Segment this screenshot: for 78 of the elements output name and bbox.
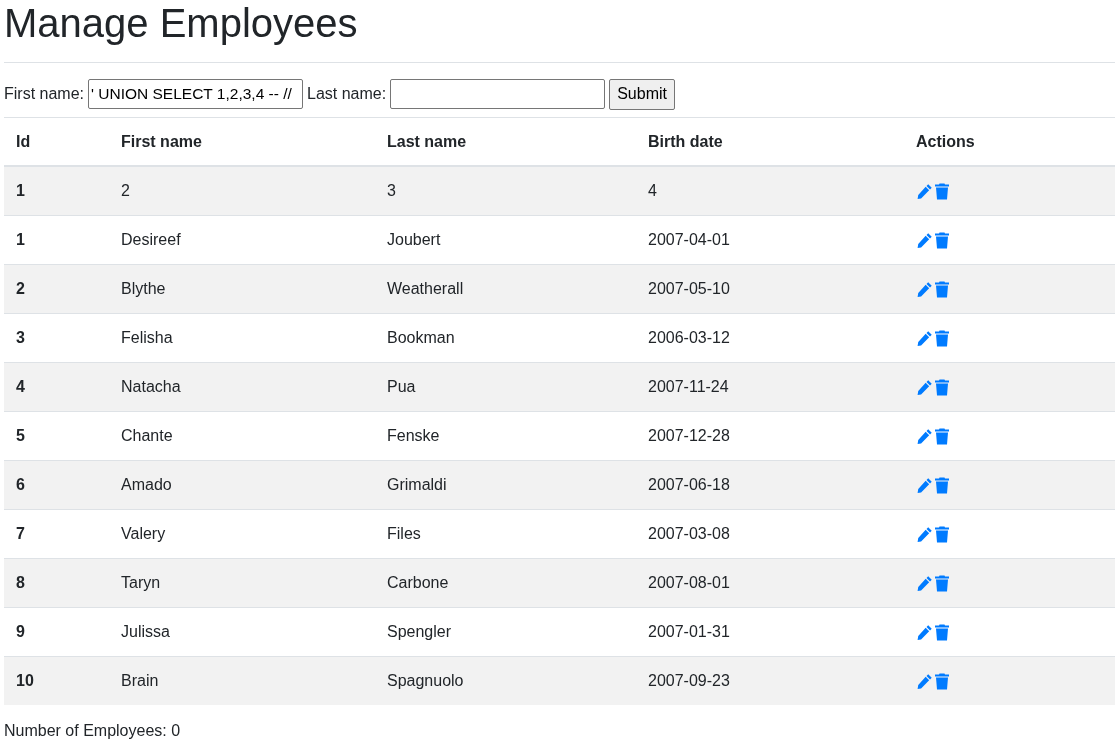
table-cell: Spagnuolo <box>387 672 464 689</box>
edit-icon[interactable] <box>916 379 933 397</box>
table-cell: Chante <box>121 427 173 444</box>
column-header: Actions <box>916 132 975 150</box>
table-cell: 9 <box>16 623 25 640</box>
table-cell: Joubert <box>387 231 441 248</box>
table-cell: 2007-05-10 <box>648 280 730 297</box>
first-name-field[interactable]: ' UNION SELECT 1,2,3,4 -- // <box>88 79 303 109</box>
column-header: Id <box>16 132 31 150</box>
table-cell: Spengler <box>387 623 452 640</box>
edit-icon[interactable] <box>916 330 933 348</box>
edit-icon[interactable] <box>916 624 933 642</box>
edit-icon[interactable] <box>916 232 933 250</box>
table-cell: 8 <box>16 574 25 591</box>
table-cell: 2007-06-18 <box>648 476 730 493</box>
table-cell: Amado <box>121 476 172 493</box>
trash-icon[interactable] <box>935 673 949 691</box>
table-cell: 4 <box>16 378 25 395</box>
table-cell: 10 <box>16 672 34 689</box>
trash-icon[interactable] <box>935 232 949 250</box>
table-cell: 2007-11-24 <box>648 378 729 395</box>
trash-icon[interactable] <box>935 330 949 348</box>
last-name-field[interactable] <box>390 79 606 109</box>
column-header: Last name <box>387 132 467 150</box>
table-cell: Pua <box>387 378 416 395</box>
trash-icon[interactable] <box>935 428 949 446</box>
trash-icon[interactable] <box>935 477 949 495</box>
edit-icon[interactable] <box>916 183 933 201</box>
first-name-label: First name: <box>4 85 84 103</box>
table-cell: 2 <box>121 182 130 199</box>
table-cell: 3 <box>16 329 25 346</box>
table-cell: 2 <box>16 280 25 297</box>
table-cell: 5 <box>16 427 25 444</box>
table-cell: Blythe <box>121 280 166 297</box>
table-cell: Grimaldi <box>387 476 447 493</box>
column-header: Birth date <box>648 132 723 150</box>
edit-icon[interactable] <box>916 281 933 299</box>
table-cell: Desireef <box>121 231 181 248</box>
table-cell: Bookman <box>387 329 455 346</box>
trash-icon[interactable] <box>935 526 949 544</box>
table-cell: 6 <box>16 476 25 493</box>
table-cell: 2007-03-08 <box>648 525 730 542</box>
trash-icon[interactable] <box>935 183 949 201</box>
table-cell: Brain <box>121 672 159 689</box>
trash-icon[interactable] <box>935 624 949 642</box>
table-cell: 2007-09-23 <box>648 672 730 689</box>
table-cell: Files <box>387 525 421 542</box>
submit-button[interactable]: Submit <box>609 78 675 110</box>
table-cell: Natacha <box>121 378 181 395</box>
table-cell: 3 <box>387 182 396 199</box>
table-cell: 7 <box>16 525 25 542</box>
table-cell: Weatherall <box>387 280 464 297</box>
table-cell: Valery <box>121 525 166 542</box>
edit-icon[interactable] <box>916 575 933 593</box>
table-cell: Julissa <box>121 623 170 640</box>
employee-count: Number of Employees: 0 <box>4 722 182 740</box>
table-cell: 2007-08-01 <box>648 574 730 591</box>
edit-icon[interactable] <box>916 428 933 446</box>
last-name-label: Last name: <box>307 85 387 103</box>
trash-icon[interactable] <box>935 379 949 397</box>
table-cell: 1 <box>16 182 25 199</box>
edit-icon[interactable] <box>916 526 933 544</box>
table-cell: Felisha <box>121 329 173 346</box>
trash-icon[interactable] <box>935 281 949 299</box>
table-cell: 2007-01-31 <box>648 623 730 640</box>
table-cell: 1 <box>16 231 25 248</box>
page-title: Manage Employees <box>4 0 359 46</box>
table-cell: 2007-04-01 <box>648 231 730 248</box>
table-cell: 2007-12-28 <box>648 427 730 444</box>
table-cell: Carbone <box>387 574 449 591</box>
edit-icon[interactable] <box>916 477 933 495</box>
trash-icon[interactable] <box>935 575 949 593</box>
column-header: First name <box>121 132 202 150</box>
table-cell: 4 <box>648 182 657 199</box>
edit-icon[interactable] <box>916 673 933 691</box>
table-cell: Fenske <box>387 427 440 444</box>
table-cell: Taryn <box>121 574 161 591</box>
table-cell: 2006-03-12 <box>648 329 730 346</box>
